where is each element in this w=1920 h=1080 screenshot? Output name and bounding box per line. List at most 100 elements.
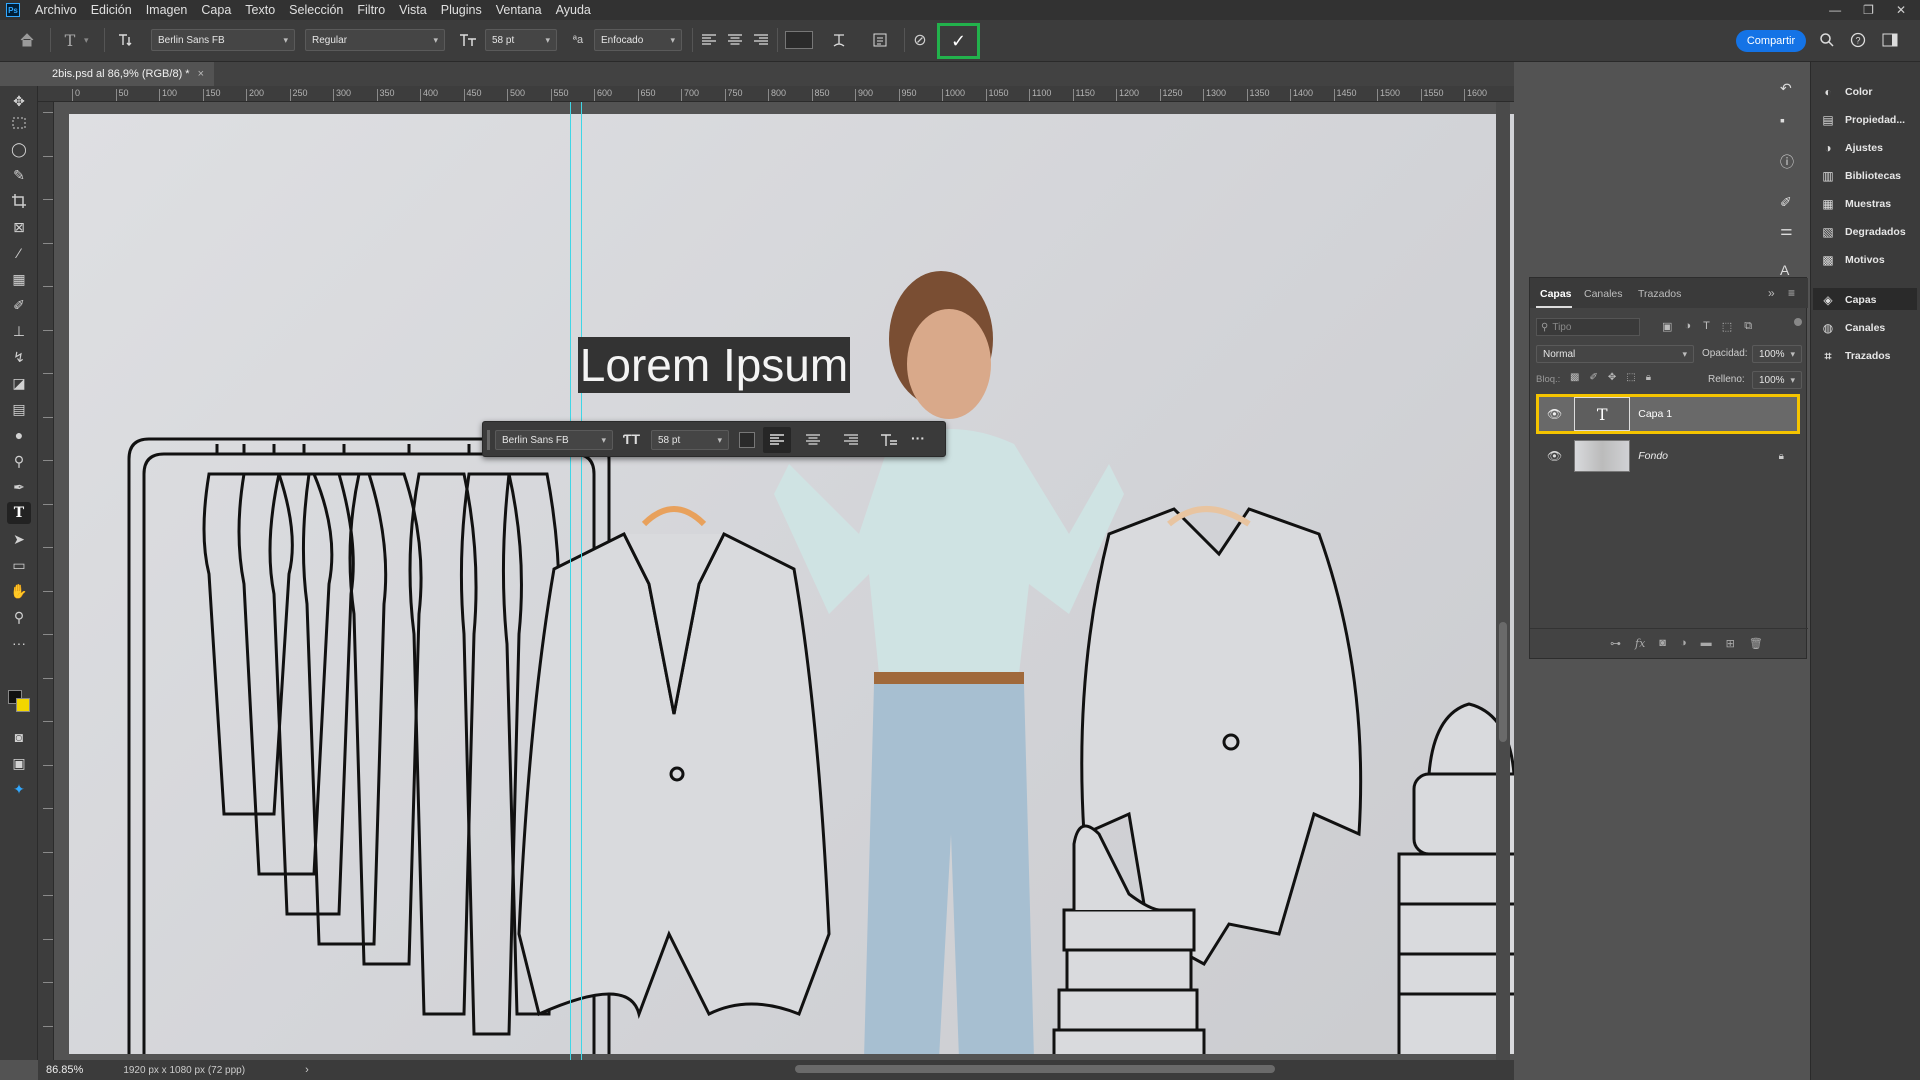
pen-tool-icon[interactable]: ✒ [7,476,31,498]
dock-item-channels[interactable]: ◍ Canales [1821,318,1886,338]
document-canvas[interactable] [69,114,1514,1054]
font-size-dropdown[interactable]: 58 pt ▾ [485,29,557,51]
preset-caret-icon[interactable]: ▾ [84,29,89,51]
filter-pixel-icon[interactable]: ▣ [1662,320,1672,333]
search-icon[interactable] [1815,29,1839,51]
edit-toolbar-icon[interactable]: ··· [7,632,31,654]
dock-item-color[interactable]: ◐ Color [1821,82,1872,102]
menu-imagen[interactable]: Imagen [139,3,195,17]
fill-input[interactable]: 100% ▾ [1752,371,1802,389]
floating-align-left-icon[interactable] [763,427,791,453]
lock-position-icon[interactable]: ✥ [1608,372,1616,383]
filter-shape-icon[interactable]: ⬚ [1722,320,1732,333]
floating-text-options-icon[interactable] [875,427,903,453]
dock-item-layers[interactable]: ◈ Capas [1821,290,1876,310]
adjust-panel-icon[interactable]: ⚌ [1780,222,1793,239]
vertical-scrollbar[interactable] [1496,102,1510,1060]
text-color-swatch[interactable] [785,31,813,49]
floating-color-swatch[interactable] [739,432,755,448]
layer-name[interactable]: Capa 1 [1638,408,1672,420]
text-layer-content[interactable]: Lorem Ipsum [580,338,848,392]
restore-icon[interactable]: ❐ [1863,3,1874,17]
canvas-area[interactable]: Lorem Ipsum Berlin Sans FB ▾ ƬT 58 pt ▾ ··… [54,102,1514,1060]
align-right-icon[interactable] [749,29,773,51]
healing-brush-tool-icon[interactable]: ▦ [7,268,31,290]
menu-ventana[interactable]: Ventana [489,3,549,17]
quick-mask-icon[interactable]: ◙ [7,726,31,748]
home-icon[interactable] [15,29,39,51]
filter-adjustment-icon[interactable]: ◑ [1684,320,1691,333]
character-panel-icon[interactable]: A [1780,262,1789,278]
floating-font-size-dropdown[interactable]: 58 pt ▾ [651,430,729,450]
drag-handle-icon[interactable] [487,430,490,450]
brush-settings-panel-icon[interactable]: ✐ [1780,194,1792,211]
font-family-dropdown[interactable]: Berlin Sans FB ▾ [151,29,295,51]
hand-tool-icon[interactable]: ✋ [7,580,31,602]
tab-channels[interactable]: Canales [1584,288,1623,300]
visibility-eye-icon[interactable]: 👁︎ [1547,407,1562,421]
close-window-icon[interactable]: ✕ [1896,3,1906,17]
text-layer-selection[interactable]: Lorem Ipsum [578,337,850,393]
history-panel-icon[interactable]: ↶ [1780,80,1792,97]
layer-filter-search[interactable]: ⚲ Tipo [1536,318,1640,336]
quick-selection-tool-icon[interactable]: ✎ [7,164,31,186]
horizontal-scrollbar[interactable] [275,1063,1755,1075]
menu-capa[interactable]: Capa [194,3,238,17]
help-icon[interactable]: ? [1846,29,1870,51]
opacity-input[interactable]: 100% ▾ [1752,345,1802,363]
dock-item-adjustments[interactable]: ◑ Ajustes [1821,138,1883,158]
menu-plugins[interactable]: Plugins [434,3,489,17]
menu-seleccion[interactable]: Selección [282,3,350,17]
gradient-tool-icon[interactable]: ▤ [7,398,31,420]
screen-mode-icon[interactable]: ▣ [7,752,31,774]
filter-type-icon[interactable]: T [1703,320,1710,333]
dodge-tool-icon[interactable]: ⚲ [7,450,31,472]
dock-item-gradients[interactable]: ▧ Degradados [1821,222,1905,242]
tab-layers[interactable]: Capas [1540,288,1572,300]
lock-pixels-icon[interactable]: ✐ [1589,372,1597,383]
menu-vista[interactable]: Vista [392,3,434,17]
clone-stamp-tool-icon[interactable]: ⊥ [7,320,31,342]
share-button[interactable]: Compartir [1736,30,1806,52]
generative-icon[interactable]: ✦ [7,778,31,800]
dock-item-properties[interactable]: ▤ Propiedad... [1821,110,1905,130]
delete-layer-icon[interactable]: 🗑︎ [1749,637,1763,650]
align-left-icon[interactable] [697,29,721,51]
lasso-tool-icon[interactable]: ◯ [7,138,31,160]
dock-item-paths[interactable]: ⌗ Trazados [1821,346,1891,366]
marquee-tool-icon[interactable] [7,112,31,134]
warp-text-icon[interactable] [827,29,851,51]
comments-panel-icon[interactable]: ▪ [1780,112,1785,128]
info-panel-icon[interactable]: ⓘ [1780,152,1794,172]
minimize-icon[interactable]: — [1829,3,1841,17]
cancel-icon[interactable]: ⊘ [908,29,932,51]
crop-tool-icon[interactable] [7,190,31,212]
eraser-tool-icon[interactable]: ◪ [7,372,31,394]
floating-font-family-dropdown[interactable]: Berlin Sans FB ▾ [495,430,613,450]
menu-archivo[interactable]: Archivo [28,3,84,17]
menu-texto[interactable]: Texto [238,3,282,17]
frame-tool-icon[interactable]: ⊠ [7,216,31,238]
dock-item-libraries[interactable]: ▥ Bibliotecas [1821,166,1901,186]
align-center-icon[interactable] [723,29,747,51]
commit-button[interactable]: ✓ [937,23,980,59]
floating-align-right-icon[interactable] [837,427,865,453]
type-tool-preset-icon[interactable]: T [58,29,82,51]
font-style-dropdown[interactable]: Regular ▾ [305,29,445,51]
zoom-level[interactable]: 86.85% [46,1064,83,1076]
brush-tool-icon[interactable]: ✐ [7,294,31,316]
blend-mode-dropdown[interactable]: Normal ▾ [1536,345,1694,363]
background-color-swatch[interactable] [16,698,30,712]
new-layer-icon[interactable]: ⊞ [1726,637,1735,650]
floating-align-center-icon[interactable] [799,427,827,453]
layer-name[interactable]: Fondo [1638,450,1668,462]
visibility-eye-icon[interactable]: 👁︎ [1547,449,1562,463]
guide-line[interactable] [570,102,571,1060]
link-layers-icon[interactable]: ⊶ [1610,637,1621,650]
add-mask-icon[interactable]: ◙ [1659,637,1666,650]
menu-filtro[interactable]: Filtro [350,3,392,17]
blur-tool-icon[interactable]: ● [7,424,31,446]
zoom-tool-icon[interactable]: ⚲ [7,606,31,628]
guide-line[interactable] [581,102,582,1060]
history-brush-tool-icon[interactable]: ↯ [7,346,31,368]
